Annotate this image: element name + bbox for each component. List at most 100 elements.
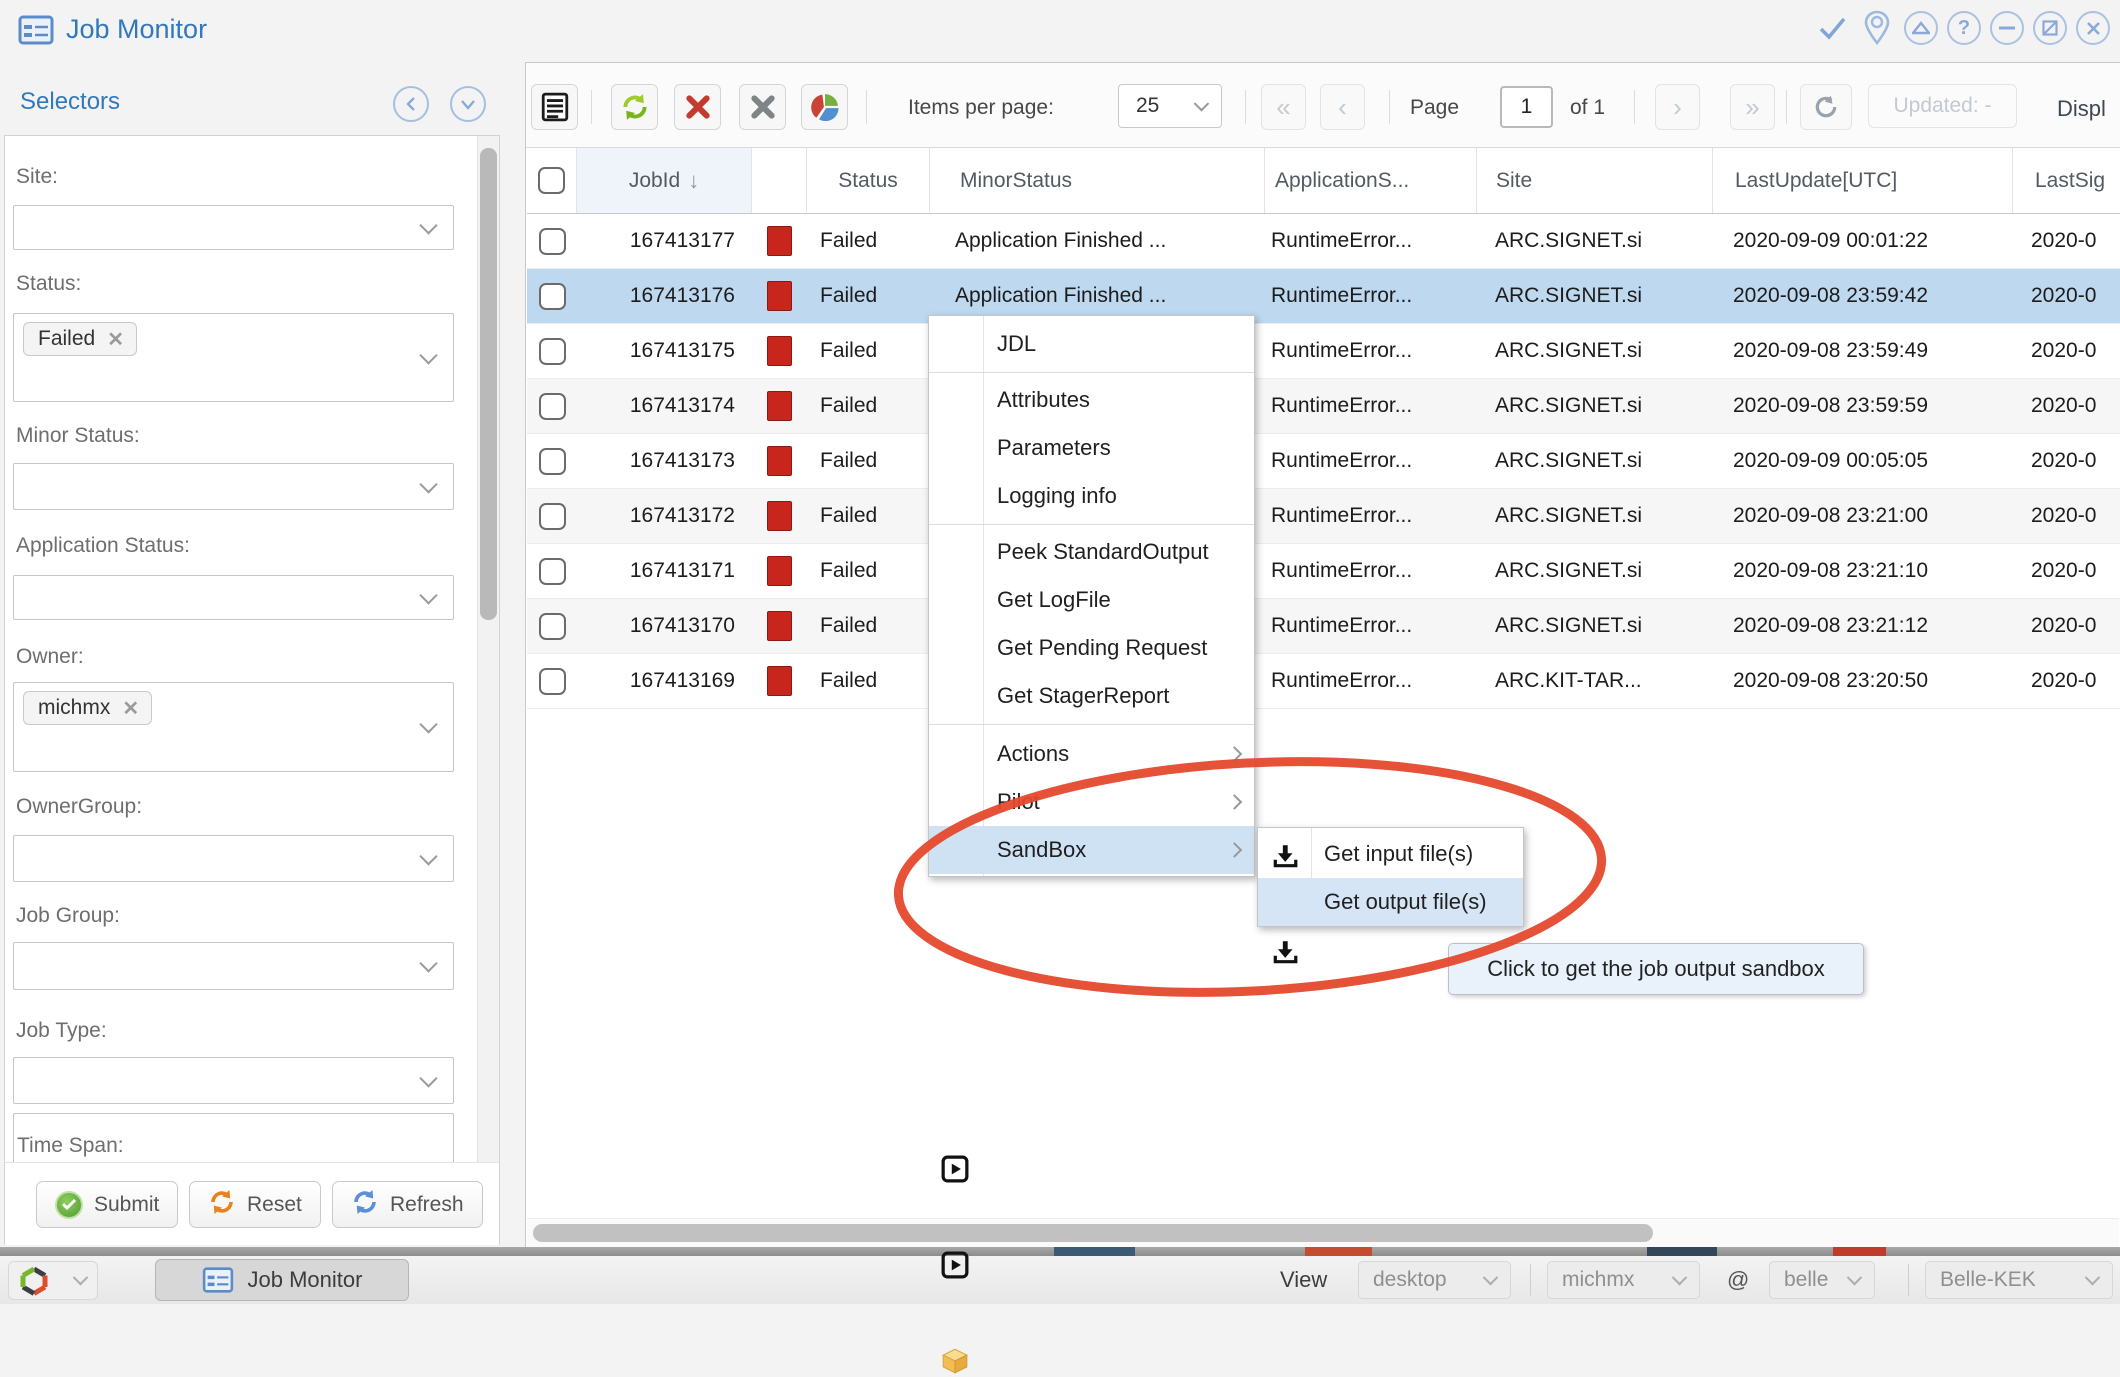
page-label: Page xyxy=(1410,96,1459,120)
table-row[interactable]: 167413170 Failed RuntimeError... ARC.SIG… xyxy=(527,599,2120,654)
table-row[interactable]: 167413177 Failed Application Finished ..… xyxy=(527,214,2120,269)
table-row[interactable]: 167413172 Failed RuntimeError... ARC.SIG… xyxy=(527,489,2120,544)
table-row[interactable]: 167413173 Failed RuntimeError... ARC.SIG… xyxy=(527,434,2120,489)
statistics-button[interactable] xyxy=(801,84,848,130)
table-row[interactable]: 167413171 Failed RuntimeError... ARC.SIG… xyxy=(527,544,2120,599)
cell-lastupdate: 2020-09-08 23:59:59 xyxy=(1713,379,2013,433)
column-header-applicationstatus[interactable]: ApplicationS... xyxy=(1265,148,1477,213)
menu-item-get-input-files[interactable]: Get input file(s) xyxy=(1258,830,1523,878)
row-checkbox[interactable] xyxy=(539,668,566,695)
minimize-icon[interactable] xyxy=(1990,11,2024,45)
next-page-button[interactable]: › xyxy=(1655,84,1700,130)
view-select[interactable]: desktop xyxy=(1358,1261,1511,1299)
menu-item-parameters[interactable]: Parameters xyxy=(929,424,1254,472)
cell-applicationstatus: RuntimeError... xyxy=(1265,269,1477,323)
chevron-down-icon[interactable] xyxy=(450,86,486,122)
menu-item-get-output-files[interactable]: Get output file(s) xyxy=(1258,878,1523,926)
cell-lastupdate: 2020-09-08 23:20:50 xyxy=(1713,654,2013,708)
select-all-checkbox-cell xyxy=(527,148,577,213)
menu-item-get-stagerreport[interactable]: Get StagerReport xyxy=(929,672,1254,720)
status-chip[interactable]: Failed ✕ xyxy=(23,322,137,356)
menu-item-get-logfile[interactable]: Get LogFile xyxy=(929,576,1254,624)
column-header-lastsignoflife[interactable]: LastSig xyxy=(2013,148,2120,213)
cell-status: Failed xyxy=(807,489,930,543)
row-checkbox[interactable] xyxy=(539,448,566,475)
table-row[interactable]: 167413169 Failed RuntimeError... ARC.KIT… xyxy=(527,654,2120,709)
refresh-grid-button[interactable] xyxy=(611,84,658,130)
menu-item-actions[interactable]: Actions xyxy=(929,730,1254,778)
cell-jobid: 167413176 xyxy=(577,269,752,323)
download-icon xyxy=(1269,936,1301,968)
chevron-down-icon xyxy=(419,847,437,865)
menu-item-pilot[interactable]: Pilot xyxy=(929,778,1254,826)
menu-item-sandbox[interactable]: SandBox xyxy=(929,826,1254,874)
table-row-selected[interactable]: 167413176 Failed Application Finished ..… xyxy=(527,269,2120,324)
job-context-menu: JDL Attributes Parameters Logging info P… xyxy=(928,315,1255,877)
status-select[interactable]: Failed ✕ xyxy=(13,313,454,402)
column-header-minorstatus[interactable]: MinorStatus xyxy=(930,148,1265,213)
user-select[interactable]: michmx xyxy=(1547,1261,1700,1299)
menu-item-jdl[interactable]: JDL xyxy=(929,320,1254,368)
close-icon[interactable] xyxy=(2076,11,2110,45)
kill-button[interactable] xyxy=(739,84,786,130)
submit-button-label: Submit xyxy=(94,1193,159,1217)
row-checkbox[interactable] xyxy=(539,503,566,530)
menu-button[interactable] xyxy=(531,84,578,130)
refresh-button[interactable]: Refresh xyxy=(332,1181,483,1228)
setup-select[interactable]: Belle-KEK xyxy=(1925,1261,2113,1299)
select-all-checkbox[interactable] xyxy=(538,167,565,194)
table-row[interactable]: 167413175 Failed RuntimeError... ARC.SIG… xyxy=(527,324,2120,379)
row-checkbox[interactable] xyxy=(539,228,566,255)
menu-item-logging-info[interactable]: Logging info xyxy=(929,472,1254,520)
check-icon[interactable] xyxy=(1814,10,1850,46)
column-header-status[interactable]: Status xyxy=(807,148,930,213)
collapse-left-icon[interactable] xyxy=(393,86,429,122)
reload-page-button[interactable] xyxy=(1800,84,1852,130)
menu-item-get-pending-request[interactable]: Get Pending Request xyxy=(929,624,1254,672)
row-checkbox[interactable] xyxy=(539,613,566,640)
help-icon[interactable]: ? xyxy=(1947,11,1981,45)
column-header-lastupdate[interactable]: LastUpdate[UTC] xyxy=(1713,148,2013,213)
column-header-statuscolor[interactable] xyxy=(752,148,807,213)
minor-status-select[interactable] xyxy=(13,463,454,510)
first-page-button[interactable]: « xyxy=(1261,84,1306,130)
pin-icon[interactable] xyxy=(1859,10,1895,46)
horizontal-scrollbar-thumb[interactable] xyxy=(533,1224,1653,1242)
app-launcher-button[interactable] xyxy=(8,1261,98,1300)
owner-chip[interactable]: michmx ✕ xyxy=(23,691,152,725)
chevron-down-icon xyxy=(419,715,437,733)
job-group-select[interactable] xyxy=(13,942,454,990)
selectors-panel-title: Selectors xyxy=(20,88,120,116)
cancel-button[interactable] xyxy=(674,84,721,130)
remove-chip-icon[interactable]: ✕ xyxy=(107,327,124,352)
chevron-down-icon xyxy=(419,586,437,604)
pie-chart-icon xyxy=(811,93,839,121)
group-select[interactable]: belle xyxy=(1769,1261,1875,1299)
site-select[interactable] xyxy=(13,205,454,250)
submit-button[interactable]: Submit xyxy=(36,1181,178,1228)
row-checkbox[interactable] xyxy=(539,558,566,585)
row-checkbox[interactable] xyxy=(539,283,566,310)
ownergroup-select[interactable] xyxy=(13,835,454,882)
application-status-select[interactable] xyxy=(13,575,454,620)
taskbar-job-monitor-button[interactable]: Job Monitor xyxy=(155,1259,409,1301)
row-checkbox[interactable] xyxy=(539,338,566,365)
restore-icon[interactable] xyxy=(2033,11,2067,45)
items-per-page-select[interactable]: 25 xyxy=(1118,84,1222,128)
owner-select[interactable]: michmx ✕ xyxy=(13,682,454,772)
previous-page-button[interactable]: ‹ xyxy=(1320,84,1365,130)
last-page-button[interactable]: » xyxy=(1730,84,1775,130)
page-number-input[interactable]: 1 xyxy=(1500,86,1553,128)
remove-chip-icon[interactable]: ✕ xyxy=(122,696,139,721)
reset-button[interactable]: Reset xyxy=(189,1181,321,1228)
chevron-down-icon xyxy=(1194,96,1210,112)
job-type-select[interactable] xyxy=(13,1057,454,1104)
table-row[interactable]: 167413174 Failed RuntimeError... ARC.SIG… xyxy=(527,379,2120,434)
sidebar-scrollbar-thumb[interactable] xyxy=(480,148,497,620)
collapse-icon[interactable] xyxy=(1904,11,1938,45)
menu-item-attributes[interactable]: Attributes xyxy=(929,376,1254,424)
column-header-jobid[interactable]: JobId ↓ xyxy=(577,148,752,213)
column-header-site[interactable]: Site xyxy=(1477,148,1713,213)
row-checkbox[interactable] xyxy=(539,393,566,420)
menu-item-peek-standardoutput[interactable]: Peek StandardOutput xyxy=(929,528,1254,576)
